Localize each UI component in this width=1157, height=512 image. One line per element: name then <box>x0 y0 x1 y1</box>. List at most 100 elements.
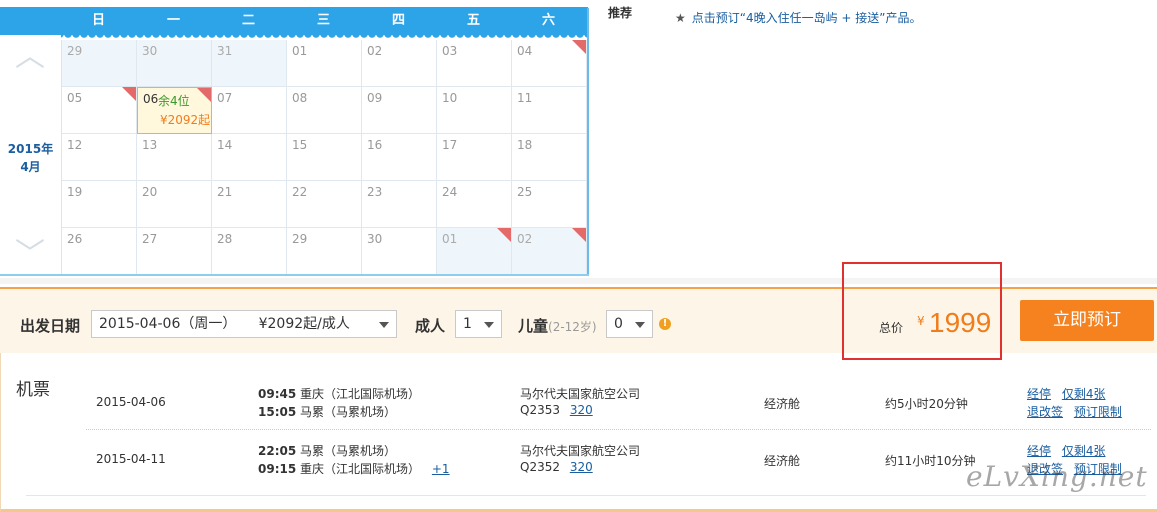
calendar-day[interactable]: 10 <box>437 87 512 134</box>
calendar-day-number: 05 <box>67 91 83 105</box>
calendar-day[interactable]: 02 <box>362 40 437 87</box>
calendar-day[interactable]: 13 <box>137 134 212 181</box>
flight-row-divider <box>86 429 1151 430</box>
flight-number: Q2352 <box>520 460 560 474</box>
calendar-day-number: 28 <box>217 232 233 246</box>
refund-change-link[interactable]: 退改签 <box>1027 405 1063 419</box>
calendar-day[interactable]: 02 <box>512 228 587 275</box>
flight-date: 2015-04-11 <box>96 452 166 466</box>
weekday-header-cell: 日 <box>91 13 105 28</box>
calendar-day[interactable]: 05 <box>62 87 137 134</box>
departure-time: 22:05 <box>258 444 297 458</box>
calendar-day-number: 01 <box>292 44 308 58</box>
calendar-day[interactable]: 25 <box>512 181 587 228</box>
calendar-day[interactable]: 16 <box>362 134 437 181</box>
stopover-link[interactable]: 经停 <box>1027 444 1051 458</box>
calendar-day-number: 09 <box>367 91 383 105</box>
calendar-day-number: 18 <box>517 138 533 152</box>
aircraft-type-link[interactable]: 320 <box>570 460 593 474</box>
departure-airport: 马累（马累机场） <box>300 444 397 458</box>
calendar-day[interactable]: 30 <box>362 228 437 275</box>
recommend-text[interactable]: ★ 点击预订“4晚入住任一岛屿 + 接送”产品。 <box>675 9 922 26</box>
calendar-day[interactable]: 03 <box>437 40 512 87</box>
child-count-select[interactable]: 0 <box>606 310 653 338</box>
calendar-day-number: 21 <box>217 185 233 199</box>
remaining-tickets-link[interactable]: 仅剩4张 <box>1062 444 1106 458</box>
calendar-day[interactable]: 07 <box>212 87 287 134</box>
calendar-day-number: 26 <box>67 232 83 246</box>
recommend-link[interactable]: 点击预订“4晚入住任一岛屿 + 接送”产品。 <box>692 11 922 25</box>
flight-number-group: Q2352 320 <box>520 460 593 474</box>
child-count-value: 0 <box>614 316 623 332</box>
chevron-down-icon <box>635 322 645 328</box>
departure-date-select[interactable]: 2015-04-06（周一） ¥2092起/成人 <box>91 310 397 338</box>
calendar-day[interactable]: 31 <box>212 40 287 87</box>
calendar-day-number: 24 <box>442 185 458 199</box>
arrival-airport: 马累（马累机场） <box>300 405 397 419</box>
flight-date: 2015-04-06 <box>96 395 166 409</box>
calendar-day[interactable]: 01 <box>437 228 512 275</box>
weekday-header-cell: 六 <box>541 13 555 28</box>
calendar-grid: 29 30 31 01 02 03 04 05 06 余4位 ¥2092起 07 08 09 10 11 12 1… <box>61 40 588 275</box>
calendar-day[interactable]: 29 <box>287 228 362 275</box>
day-price: ¥2092起 <box>160 113 211 127</box>
calendar-day[interactable]: 29 <box>62 40 137 87</box>
calendar-day[interactable]: 01 <box>287 40 362 87</box>
calendar-day[interactable]: 30 <box>137 40 212 87</box>
chevron-down-icon <box>484 322 494 328</box>
flight-number-group: Q2353 320 <box>520 403 593 417</box>
promo-corner-icon <box>572 40 586 54</box>
calendar-bottom-border <box>0 274 589 276</box>
next-day-link[interactable]: +1 <box>432 462 450 476</box>
calendar-month-label: 2015年 4月 <box>0 140 61 176</box>
arrival-time: 15:05 <box>258 405 297 419</box>
calendar-day[interactable]: 23 <box>362 181 437 228</box>
calendar-day-number: 29 <box>67 44 83 58</box>
airline-name: 马尔代夫国家航空公司 <box>520 387 641 401</box>
calendar-day[interactable]: 22 <box>287 181 362 228</box>
calendar-day[interactable]: 19 <box>62 181 137 228</box>
calendar-day[interactable]: 12 <box>62 134 137 181</box>
chevron-down-icon[interactable]: ﹀ <box>13 240 47 270</box>
calendar-day[interactable]: 26 <box>62 228 137 275</box>
flight-number: Q2353 <box>520 403 560 417</box>
departure-time: 09:45 <box>258 387 297 401</box>
promo-corner-icon <box>497 228 511 242</box>
chevron-down-icon <box>379 322 389 328</box>
calendar-day-number: 12 <box>67 138 83 152</box>
book-now-button[interactable]: 立即预订 <box>1020 300 1154 341</box>
calendar-day[interactable]: 08 <box>287 87 362 134</box>
child-age-note: (2-12岁) <box>548 320 597 334</box>
calendar-day[interactable]: 14 <box>212 134 287 181</box>
calendar-day[interactable]: 21 <box>212 181 287 228</box>
calendar-day[interactable]: 17 <box>437 134 512 181</box>
calendar-year: 2015年 <box>7 142 54 156</box>
adult-count-select[interactable]: 1 <box>455 310 502 338</box>
calendar-day[interactable]: 27 <box>137 228 212 275</box>
calendar-day[interactable]: 15 <box>287 134 362 181</box>
calendar-day-selected[interactable]: 06 余4位 ¥2092起 <box>137 87 212 134</box>
calendar-day-number: 25 <box>517 185 533 199</box>
info-warning-icon[interactable]: ! <box>659 318 671 330</box>
calendar-day[interactable]: 28 <box>212 228 287 275</box>
departure-airport: 重庆（江北国际机场） <box>300 387 421 401</box>
stopover-link[interactable]: 经停 <box>1027 387 1051 401</box>
calendar-day[interactable]: 24 <box>437 181 512 228</box>
remaining-tickets-link[interactable]: 仅剩4张 <box>1062 387 1106 401</box>
calendar-day[interactable]: 20 <box>137 181 212 228</box>
calendar-day[interactable]: 18 <box>512 134 587 181</box>
calendar-day-number: 30 <box>142 44 158 58</box>
calendar-day[interactable]: 04 <box>512 40 587 87</box>
calendar-day[interactable]: 11 <box>512 87 587 134</box>
booking-limit-link[interactable]: 预订限制 <box>1074 405 1122 419</box>
flight-links-top: 经停 仅剩4张 <box>1027 442 1105 459</box>
departure-date-label: 出发日期 <box>20 317 81 335</box>
chevron-up-icon[interactable]: ︿ <box>13 42 47 72</box>
calendar-day[interactable]: 09 <box>362 87 437 134</box>
weekday-header-cell: 二 <box>241 13 255 28</box>
calendar-weekday-header: 日一二三四五六 <box>0 7 588 35</box>
calendar-day-number: 17 <box>442 138 458 152</box>
calendar-day-number: 23 <box>367 185 383 199</box>
arrival-airport: 重庆（江北国际机场） <box>300 462 421 476</box>
aircraft-type-link[interactable]: 320 <box>570 403 593 417</box>
